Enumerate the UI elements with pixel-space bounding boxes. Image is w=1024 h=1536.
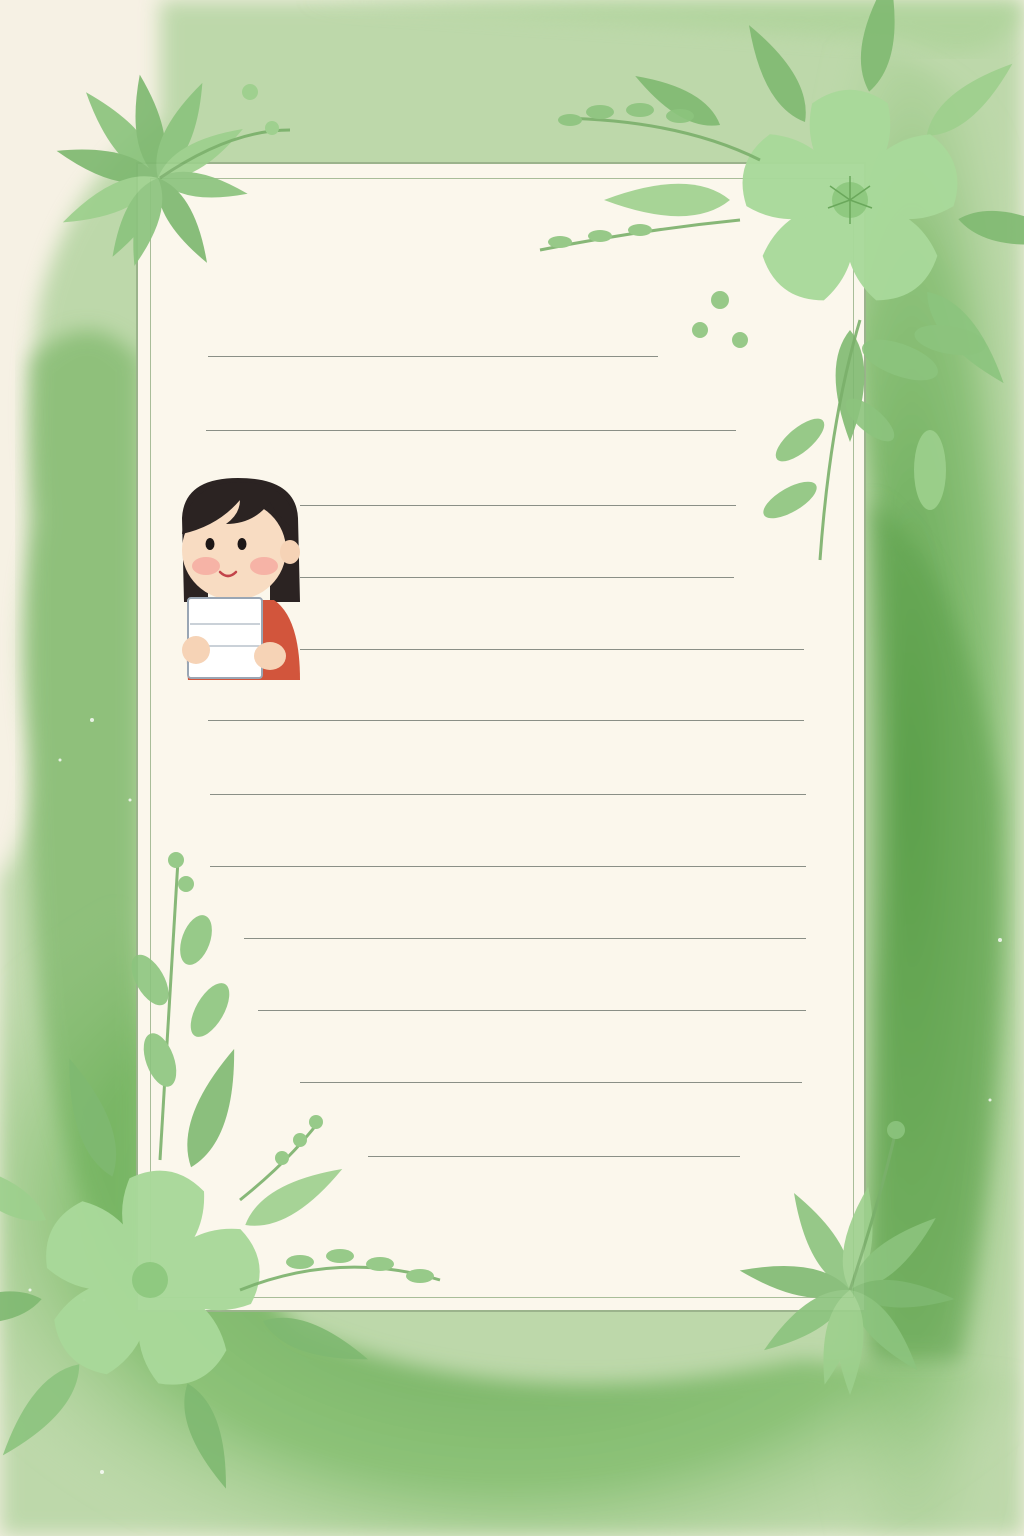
- ruled-line-7[interactable]: [210, 794, 806, 795]
- ruled-line-10[interactable]: [258, 1010, 806, 1011]
- ruled-line-2[interactable]: [206, 430, 736, 431]
- ruled-line-1[interactable]: [208, 356, 658, 357]
- ruled-line-11[interactable]: [300, 1082, 802, 1083]
- ruled-line-9[interactable]: [244, 938, 806, 939]
- paper-inner-frame: [150, 178, 854, 1298]
- ruled-line-12[interactable]: [368, 1156, 740, 1157]
- ruled-line-6[interactable]: [208, 720, 804, 721]
- stationery-page: [0, 0, 1024, 1536]
- girl-holding-book-icon: [178, 478, 302, 680]
- ruled-line-3[interactable]: [300, 505, 736, 506]
- ruled-line-4[interactable]: [300, 577, 734, 578]
- ruled-line-5[interactable]: [300, 649, 804, 650]
- ruled-line-8[interactable]: [210, 866, 806, 867]
